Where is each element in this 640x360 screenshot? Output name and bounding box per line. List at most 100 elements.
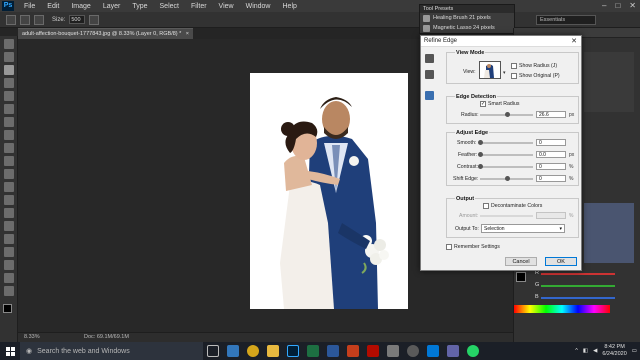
notifications-chevron-icon[interactable]: ^ xyxy=(575,348,578,354)
radius-slider-knob[interactable] xyxy=(505,112,510,117)
excel-icon[interactable] xyxy=(307,345,319,357)
color-g-slider[interactable] xyxy=(541,285,615,287)
blur-tool-icon[interactable] xyxy=(4,195,14,205)
crop-tool-icon[interactable] xyxy=(4,91,14,101)
store-icon[interactable] xyxy=(427,345,439,357)
view-thumbnail[interactable] xyxy=(479,61,501,79)
cancel-button[interactable]: Cancel xyxy=(505,257,537,266)
radius-field[interactable]: 26.6 xyxy=(536,111,566,118)
clock[interactable]: 8:42 PM 6/24/2020 xyxy=(602,344,626,358)
brush-mode-icon[interactable] xyxy=(20,14,30,25)
canvas-image[interactable] xyxy=(250,73,408,309)
document-tab[interactable]: adult-affection-bouquet-1777843.jpg @ 8.… xyxy=(18,28,193,39)
hand-tool-icon[interactable] xyxy=(425,70,434,79)
smooth-field[interactable]: 0 xyxy=(536,139,566,146)
task-view-icon[interactable] xyxy=(207,345,219,357)
color-b-slider[interactable] xyxy=(541,297,615,299)
feather-slider[interactable] xyxy=(480,154,533,156)
zoom-tool-icon[interactable] xyxy=(425,54,434,63)
file-explorer-icon[interactable] xyxy=(267,345,279,357)
edge-browser-icon[interactable] xyxy=(227,345,239,357)
menu-image[interactable]: Image xyxy=(65,3,96,10)
zoom-tool-icon[interactable] xyxy=(4,286,14,296)
color-ramp[interactable] xyxy=(514,305,610,313)
menu-layer[interactable]: Layer xyxy=(97,3,127,10)
menu-filter[interactable]: Filter xyxy=(185,3,213,10)
decontaminate-checkbox[interactable] xyxy=(483,203,489,209)
photoshop-taskbar-icon[interactable] xyxy=(287,345,299,357)
preset-item-healing-brush[interactable]: Healing Brush 21 pixels xyxy=(420,13,514,23)
contrast-slider-knob[interactable] xyxy=(478,164,483,169)
add-to-selection-icon[interactable] xyxy=(34,14,44,25)
acrobat-icon[interactable] xyxy=(367,345,379,357)
show-original-label: Show Original (P) xyxy=(519,73,560,79)
menu-edit[interactable]: Edit xyxy=(41,3,65,10)
taskbar-search-box[interactable]: ◉ Search the web and Windows xyxy=(20,342,203,360)
path-selection-tool-icon[interactable] xyxy=(4,247,14,257)
menu-help[interactable]: Help xyxy=(277,3,303,10)
ok-button[interactable]: OK xyxy=(545,257,577,266)
shift-edge-slider-knob[interactable] xyxy=(505,176,510,181)
start-button[interactable] xyxy=(0,342,20,360)
close-window-button[interactable]: ✕ xyxy=(629,1,636,10)
feather-field[interactable]: 0.0 xyxy=(536,151,566,158)
shift-edge-field[interactable]: 0 xyxy=(536,175,566,182)
network-icon[interactable]: ◧ xyxy=(583,348,588,354)
type-tool-icon[interactable] xyxy=(4,234,14,244)
workspace-select[interactable]: Essentials xyxy=(536,15,596,25)
tool-preset-icon[interactable] xyxy=(6,14,16,25)
view-dropdown-icon[interactable]: ▾ xyxy=(503,70,506,76)
smooth-slider-knob[interactable] xyxy=(478,140,483,145)
move-tool-icon[interactable] xyxy=(4,39,14,49)
menu-view[interactable]: View xyxy=(213,3,240,10)
eraser-tool-icon[interactable] xyxy=(4,169,14,179)
size-field[interactable]: 500 xyxy=(69,15,86,24)
close-dialog-button[interactable]: ✕ xyxy=(571,36,577,47)
healing-brush-tool-icon[interactable] xyxy=(4,117,14,127)
action-center-icon[interactable]: ▭ xyxy=(632,348,637,354)
contrast-slider[interactable] xyxy=(480,166,533,168)
pen-tool-icon[interactable] xyxy=(4,221,14,231)
dodge-tool-icon[interactable] xyxy=(4,208,14,218)
eyedropper-tool-icon[interactable] xyxy=(4,104,14,114)
foreground-color-swatch[interactable] xyxy=(3,304,12,313)
refine-radius-tool-icon[interactable] xyxy=(425,91,434,100)
color-r-slider[interactable] xyxy=(541,273,615,275)
app-icon[interactable] xyxy=(387,345,399,357)
gradient-tool-icon[interactable] xyxy=(4,182,14,192)
hand-tool-icon[interactable] xyxy=(4,273,14,283)
menu-window[interactable]: Window xyxy=(240,3,277,10)
settings-icon[interactable] xyxy=(407,345,419,357)
show-original-checkbox[interactable] xyxy=(511,73,517,79)
menu-file[interactable]: File xyxy=(18,3,41,10)
quick-selection-tool-icon[interactable] xyxy=(4,65,14,75)
rectangle-tool-icon[interactable] xyxy=(4,260,14,270)
word-icon[interactable] xyxy=(327,345,339,357)
chrome-icon[interactable] xyxy=(247,345,259,357)
smooth-slider[interactable] xyxy=(480,142,533,144)
maximize-button[interactable]: □ xyxy=(615,1,620,10)
zoom-level[interactable]: 8.33% xyxy=(24,333,40,342)
brush-tool-icon[interactable] xyxy=(4,130,14,140)
show-radius-checkbox[interactable] xyxy=(511,63,517,69)
smart-radius-checkbox[interactable]: ✓ xyxy=(480,101,486,107)
minimize-button[interactable]: – xyxy=(602,1,606,10)
menu-select[interactable]: Select xyxy=(154,3,185,10)
lasso-tool-icon[interactable] xyxy=(4,78,14,88)
menu-type[interactable]: Type xyxy=(126,3,153,10)
feather-slider-knob[interactable] xyxy=(478,152,483,157)
preset-item-magnetic-lasso[interactable]: Magnetic Lasso 24 pixels xyxy=(420,23,514,33)
brush-settings-icon[interactable] xyxy=(89,14,100,25)
remember-settings-checkbox[interactable] xyxy=(446,244,452,250)
clone-stamp-tool-icon[interactable] xyxy=(4,143,14,153)
powerpoint-icon[interactable] xyxy=(347,345,359,357)
volume-icon[interactable]: ◀ xyxy=(593,348,597,354)
history-brush-tool-icon[interactable] xyxy=(4,156,14,166)
output-to-select[interactable]: Selection ▾ xyxy=(481,224,565,233)
radius-label: Radius: xyxy=(461,112,479,118)
whatsapp-icon[interactable] xyxy=(467,345,479,357)
contrast-field[interactable]: 0 xyxy=(536,163,566,170)
teams-icon[interactable] xyxy=(447,345,459,357)
marquee-tool-icon[interactable] xyxy=(4,52,14,62)
color-fg-swatch[interactable] xyxy=(516,272,526,282)
